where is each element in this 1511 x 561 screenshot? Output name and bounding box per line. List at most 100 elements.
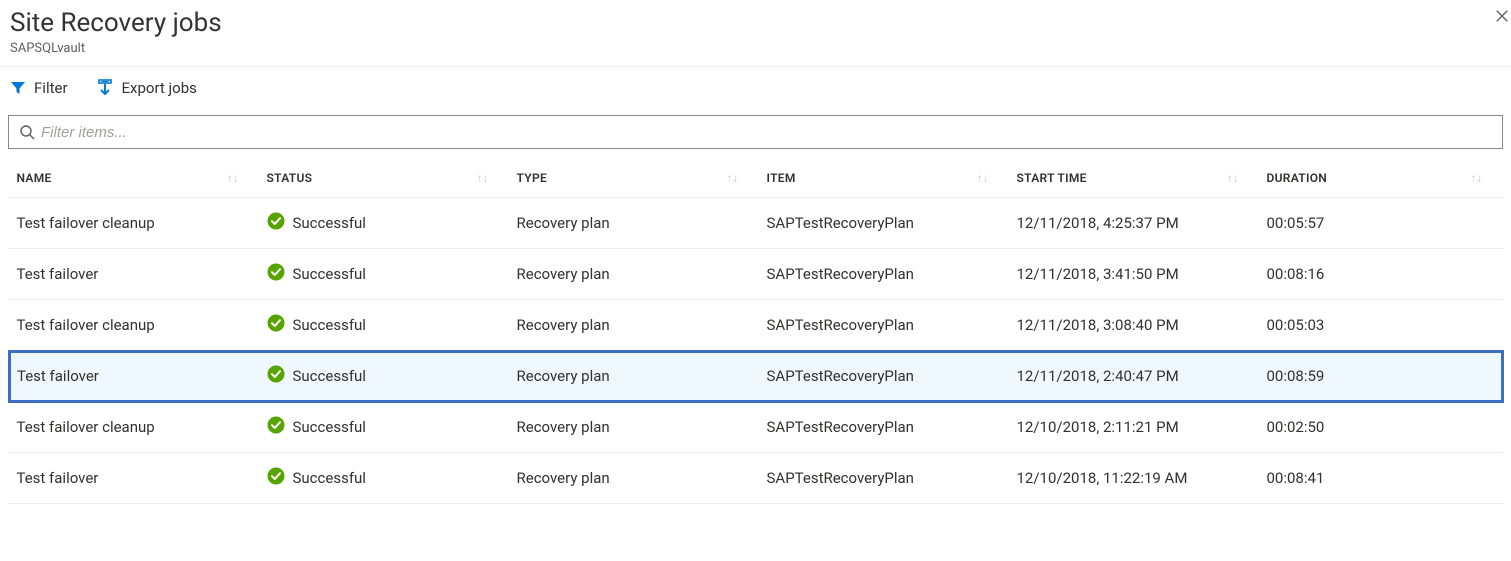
- cell-item: SAPTestRecoveryPlan: [759, 249, 1009, 300]
- cell-duration: 00:05:57: [1259, 198, 1503, 249]
- cell-start-time: 12/11/2018, 2:40:47 PM: [1009, 351, 1259, 402]
- cell-name: Test failover: [9, 351, 259, 402]
- job-start: 12/10/2018, 2:11:21 PM: [1017, 418, 1179, 436]
- filter-icon: [10, 80, 26, 96]
- success-check-icon: [267, 365, 285, 387]
- sort-icon: ↑↓: [227, 172, 239, 185]
- job-type: Recovery plan: [517, 418, 610, 436]
- col-header-duration[interactable]: DURATION ↑↓: [1259, 159, 1503, 198]
- cell-status: Successful: [259, 300, 509, 351]
- job-name: Test failover: [17, 265, 99, 283]
- cell-item: SAPTestRecoveryPlan: [759, 402, 1009, 453]
- job-type: Recovery plan: [517, 367, 610, 385]
- success-check-icon: [267, 212, 285, 234]
- job-name: Test failover: [17, 469, 99, 487]
- job-item: SAPTestRecoveryPlan: [767, 367, 914, 385]
- export-jobs-button[interactable]: Export jobs: [96, 79, 197, 97]
- col-header-type-label: TYPE: [517, 171, 548, 185]
- cell-type: Recovery plan: [509, 300, 759, 351]
- cell-name: Test failover cleanup: [9, 198, 259, 249]
- job-duration: 00:05:03: [1267, 316, 1325, 334]
- job-item: SAPTestRecoveryPlan: [767, 214, 914, 232]
- cell-status: Successful: [259, 453, 509, 504]
- cell-status: Successful: [259, 351, 509, 402]
- cell-name: Test failover cleanup: [9, 300, 259, 351]
- job-duration: 00:08:59: [1267, 367, 1325, 385]
- cell-name: Test failover: [9, 249, 259, 300]
- job-name: Test failover cleanup: [17, 418, 155, 436]
- toolbar: Filter Export jobs: [0, 67, 1511, 115]
- job-type: Recovery plan: [517, 214, 610, 232]
- filter-button[interactable]: Filter: [10, 79, 68, 97]
- cell-start-time: 12/10/2018, 2:11:21 PM: [1009, 402, 1259, 453]
- job-duration: 00:08:41: [1267, 469, 1325, 487]
- col-header-start-time[interactable]: START TIME ↑↓: [1009, 159, 1259, 198]
- filter-items-box[interactable]: [8, 115, 1503, 149]
- col-header-status[interactable]: STATUS ↑↓: [259, 159, 509, 198]
- export-icon: [96, 79, 114, 97]
- sort-icon: ↑↓: [477, 172, 489, 185]
- cell-type: Recovery plan: [509, 402, 759, 453]
- job-name: Test failover cleanup: [17, 214, 155, 232]
- search-icon: [19, 124, 35, 140]
- col-header-duration-label: DURATION: [1267, 171, 1328, 185]
- export-label: Export jobs: [122, 79, 197, 97]
- table-row[interactable]: Test failover Successful Recovery plan SAPT…: [9, 351, 1503, 402]
- job-item: SAPTestRecoveryPlan: [767, 265, 914, 283]
- page-header: Site Recovery jobs SAPSQLvault: [0, 0, 1511, 67]
- success-check-icon: [267, 314, 285, 336]
- job-start: 12/11/2018, 3:08:40 PM: [1017, 316, 1179, 334]
- table-header-row: NAME ↑↓ STATUS ↑↓ TYPE ↑↓ ITEM ↑↓ START …: [9, 159, 1503, 198]
- cell-start-time: 12/11/2018, 3:41:50 PM: [1009, 249, 1259, 300]
- status-label: Successful: [293, 367, 366, 385]
- success-check-icon: [267, 263, 285, 285]
- cell-duration: 00:08:41: [1259, 453, 1503, 504]
- job-name: Test failover: [17, 367, 99, 385]
- job-start: 12/10/2018, 11:22:19 AM: [1017, 469, 1188, 487]
- table-row[interactable]: Test failover Successful Recovery plan SAPT…: [9, 249, 1503, 300]
- content: NAME ↑↓ STATUS ↑↓ TYPE ↑↓ ITEM ↑↓ START …: [0, 115, 1511, 504]
- job-duration: 00:05:57: [1267, 214, 1325, 232]
- col-header-item-label: ITEM: [767, 171, 796, 185]
- success-check-icon: [267, 467, 285, 489]
- cell-type: Recovery plan: [509, 351, 759, 402]
- job-item: SAPTestRecoveryPlan: [767, 418, 914, 436]
- filter-items-input[interactable]: [35, 120, 1492, 145]
- close-icon: [1495, 9, 1509, 23]
- job-start: 12/11/2018, 2:40:47 PM: [1017, 367, 1179, 385]
- col-header-start-label: START TIME: [1017, 171, 1087, 185]
- cell-start-time: 12/11/2018, 4:25:37 PM: [1009, 198, 1259, 249]
- page-title: Site Recovery jobs: [10, 8, 1501, 39]
- table-row[interactable]: Test failover cleanupSuccessfulRecovery …: [9, 402, 1503, 453]
- sort-icon: ↑↓: [727, 172, 739, 185]
- status-label: Successful: [293, 265, 366, 283]
- sort-icon: ↑↓: [977, 172, 989, 185]
- col-header-name[interactable]: NAME ↑↓: [9, 159, 259, 198]
- cell-item: SAPTestRecoveryPlan: [759, 300, 1009, 351]
- cell-duration: 00:08:16: [1259, 249, 1503, 300]
- table-row[interactable]: Test failover Successful Recovery plan SAPT…: [9, 453, 1503, 504]
- cell-type: Recovery plan: [509, 453, 759, 504]
- page-subtitle: SAPSQLvault: [10, 41, 1501, 56]
- job-start: 12/11/2018, 4:25:37 PM: [1017, 214, 1179, 232]
- cell-item: SAPTestRecoveryPlan: [759, 351, 1009, 402]
- col-header-type[interactable]: TYPE ↑↓: [509, 159, 759, 198]
- status-label: Successful: [293, 214, 366, 232]
- job-duration: 00:08:16: [1267, 265, 1325, 283]
- col-header-item[interactable]: ITEM ↑↓: [759, 159, 1009, 198]
- job-item: SAPTestRecoveryPlan: [767, 469, 914, 487]
- cell-status: Successful: [259, 198, 509, 249]
- success-check-icon: [267, 416, 285, 438]
- cell-type: Recovery plan: [509, 249, 759, 300]
- table-row[interactable]: Test failover cleanup Successful Recovery …: [9, 198, 1503, 249]
- cell-status: Successful: [259, 249, 509, 300]
- cell-duration: 00:05:03: [1259, 300, 1503, 351]
- close-button[interactable]: [1495, 4, 1509, 28]
- cell-start-time: 12/10/2018, 11:22:19 AM: [1009, 453, 1259, 504]
- col-header-status-label: STATUS: [267, 171, 313, 185]
- table-row[interactable]: Test failover cleanupSuccessfulRecovery …: [9, 300, 1503, 351]
- sort-icon: ↑↓: [1471, 172, 1483, 185]
- job-type: Recovery plan: [517, 469, 610, 487]
- cell-start-time: 12/11/2018, 3:08:40 PM: [1009, 300, 1259, 351]
- job-type: Recovery plan: [517, 265, 610, 283]
